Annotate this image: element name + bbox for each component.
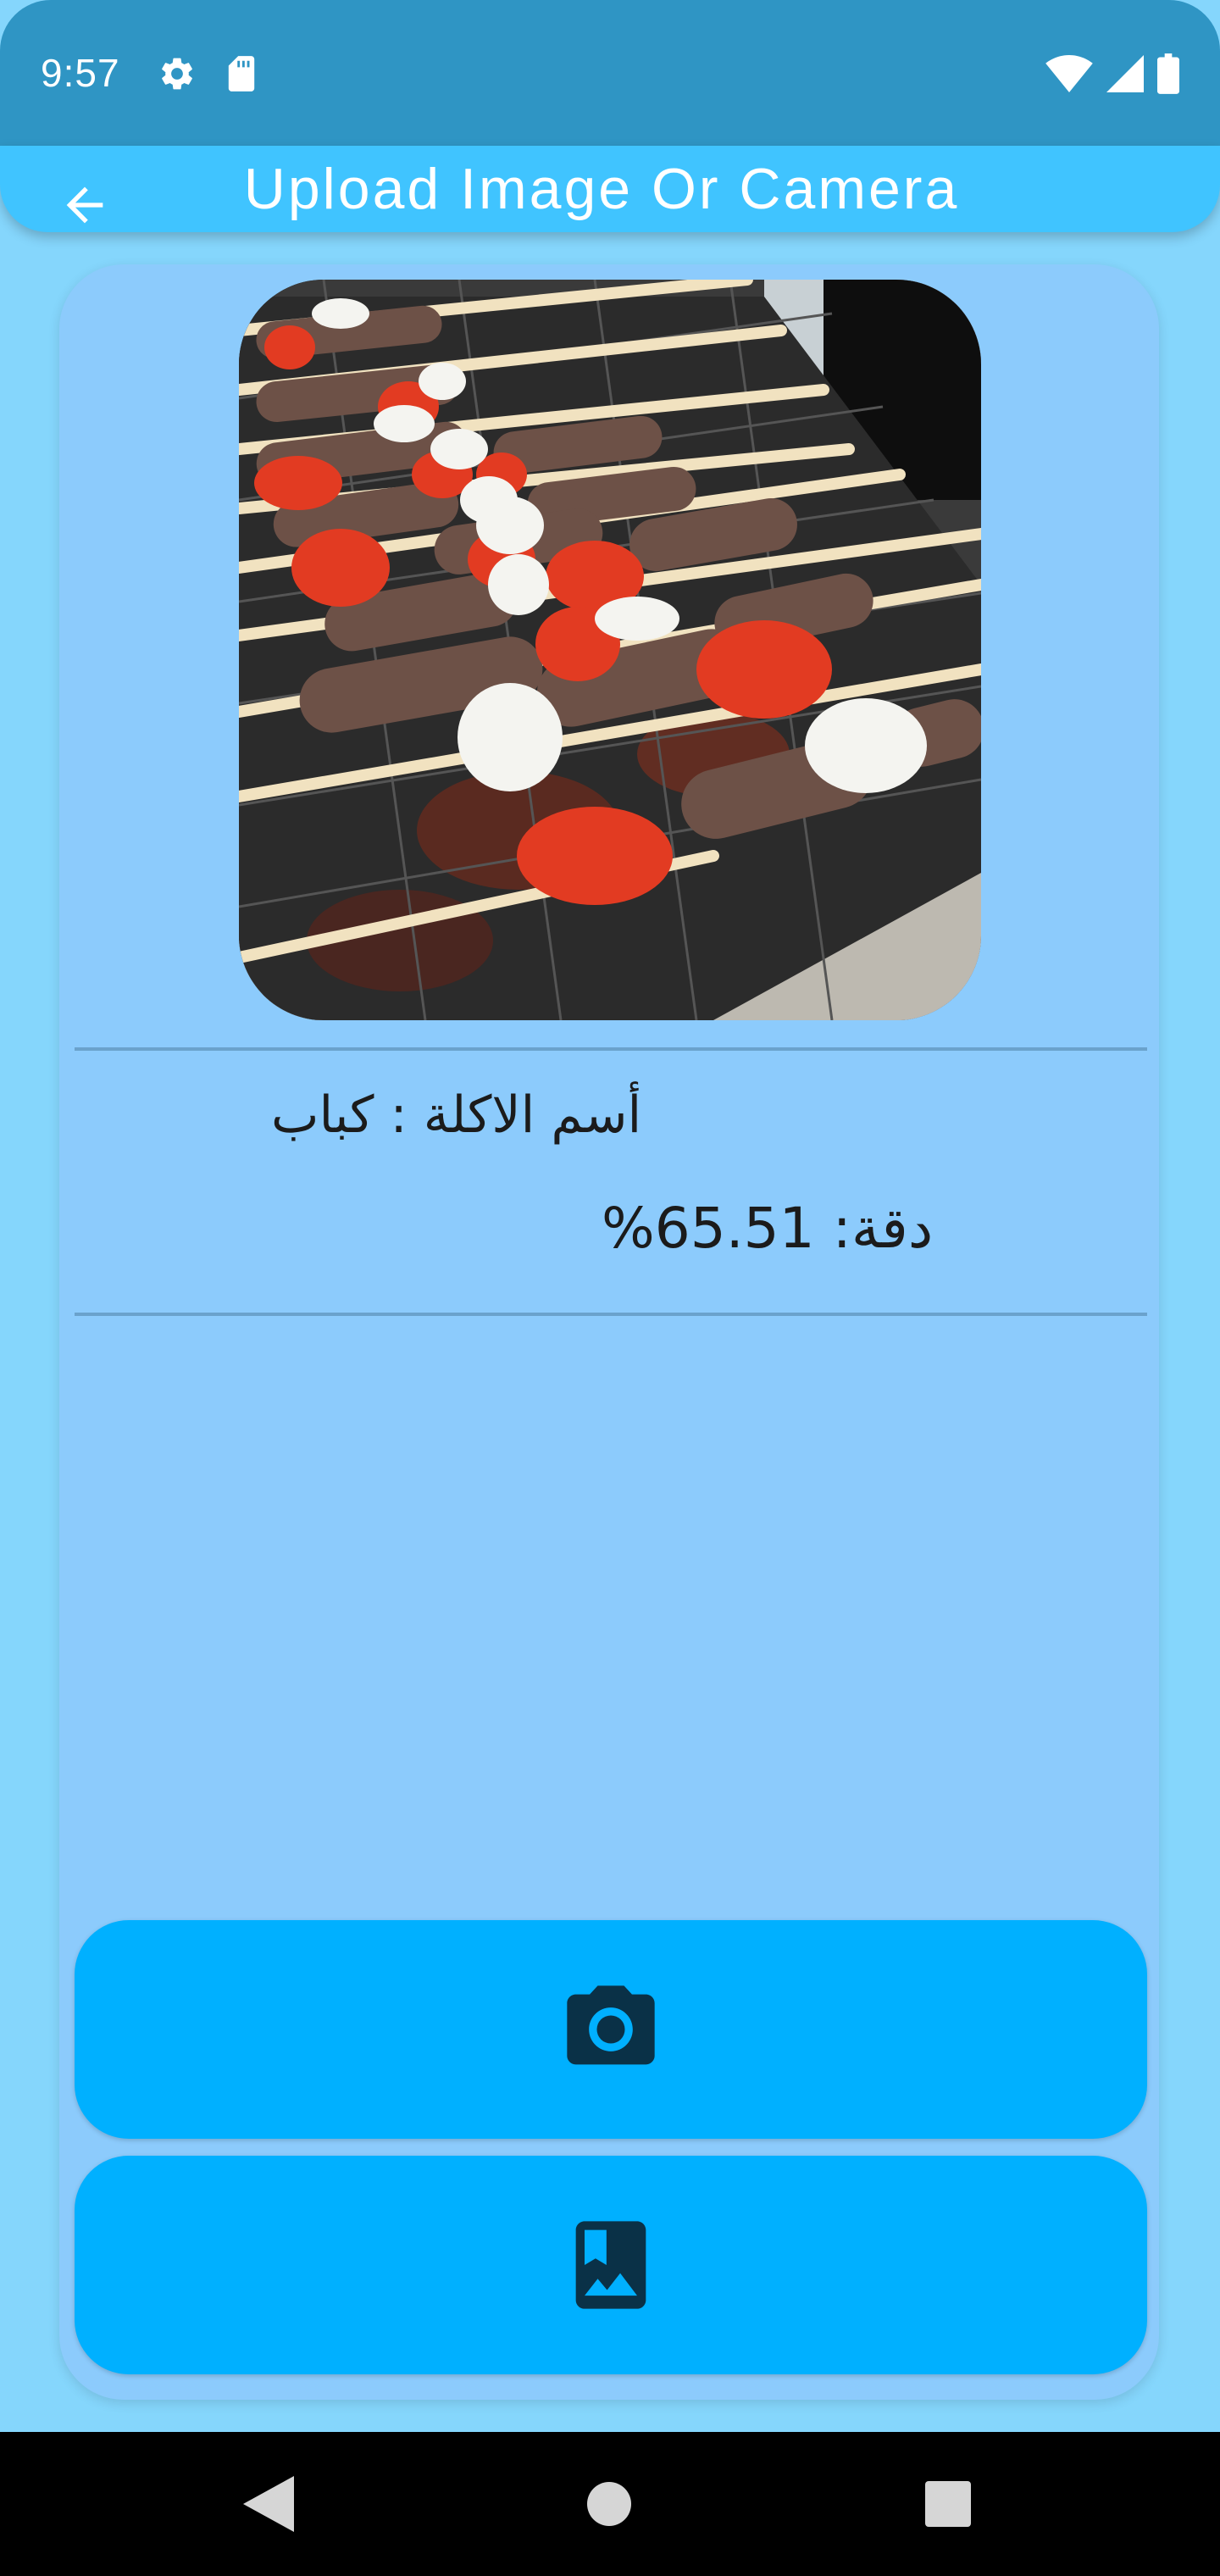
divider-bottom — [75, 1313, 1147, 1316]
nav-recents-icon — [925, 2481, 971, 2527]
nav-back-button[interactable] — [230, 2466, 307, 2542]
accuracy-label: %دقة: 65.51 — [602, 1196, 934, 1261]
status-bar: 9:57 — [0, 0, 1220, 146]
wifi-icon — [1045, 55, 1093, 92]
food-photo — [239, 280, 981, 1020]
food-name-label: أسم الاكلة : كباب — [271, 1085, 642, 1145]
photo-album-icon — [575, 2221, 646, 2309]
nav-home-icon — [587, 2482, 631, 2526]
nav-back-icon — [243, 2476, 294, 2532]
nav-recents-button[interactable] — [910, 2466, 986, 2542]
camera-icon — [567, 1985, 655, 2065]
signal-icon — [1106, 55, 1144, 92]
gallery-button[interactable] — [75, 2156, 1147, 2374]
page-title: Upload Image Or Camera — [243, 157, 960, 221]
status-time: 9:57 — [41, 51, 120, 95]
sd-card-icon — [228, 56, 255, 92]
app-bar: Upload Image Or Camera — [0, 146, 1220, 232]
kebab-grill-image — [239, 280, 981, 1020]
camera-button[interactable] — [75, 1920, 1147, 2139]
navigation-bar — [0, 2432, 1220, 2576]
battery-icon — [1157, 53, 1179, 94]
main-card: أسم الاكلة : كباب %دقة: 65.51 — [59, 264, 1159, 2400]
status-indicators — [1045, 53, 1179, 94]
settings-icon — [162, 58, 192, 90]
nav-home-button[interactable] — [571, 2466, 647, 2542]
divider-top — [75, 1047, 1147, 1051]
